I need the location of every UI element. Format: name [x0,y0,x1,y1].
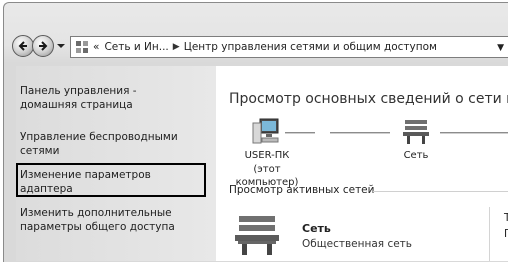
connection-line [440,132,508,134]
network-type-link[interactable]: Общественная сеть [302,238,412,250]
truncated-text: Т [504,212,508,224]
active-networks-title: Просмотр активных сетей [229,184,375,196]
connection-line [330,132,390,134]
highlight-box [16,163,206,197]
address-bar[interactable]: « Сеть и Ин... ▶ Центр управления сетями… [70,36,508,58]
history-dropdown-icon[interactable] [56,41,66,51]
bench-icon[interactable] [401,118,431,146]
task-line: Управление беспроводными [20,131,178,143]
section-divider [373,191,508,192]
truncated-text: Г [504,228,508,240]
task-line: Изменить дополнительные [20,207,172,219]
network-name: Сеть [302,222,331,235]
breadcrumb-network-internet[interactable]: Сеть и Ин... [104,41,168,53]
breadcrumb-network-center[interactable]: Центр управления сетями и общим доступом [184,41,437,53]
chevron-right-icon[interactable]: ▶ [173,42,180,52]
computer-node-label: USER-ПК [238,149,296,162]
forward-button[interactable] [32,35,54,57]
network-bench-icon[interactable] [232,212,282,258]
task-line: сетями [20,145,60,157]
task-advanced-sharing[interactable]: Изменить дополнительные параметры общего… [20,206,175,234]
breadcrumb-overflow[interactable]: « [93,41,99,53]
task-line: домашняя страница [20,99,133,111]
arrow-left-icon [18,41,27,51]
task-line: параметры общего доступа [20,221,175,233]
column-divider [489,207,490,261]
task-control-panel-home[interactable]: Панель управления - домашняя страница [20,84,137,112]
page-title: Просмотр основных сведений о сети и н [229,91,508,107]
arrow-right-icon [39,41,48,51]
back-button[interactable] [12,35,34,57]
task-line: Панель управления - [20,85,137,97]
address-dropdown-icon[interactable]: ▼ [497,43,504,53]
computer-icon[interactable] [250,117,282,147]
task-manage-wireless[interactable]: Управление беспроводными сетями [20,130,178,158]
computer-name: USER-ПК [244,150,290,161]
navigation-bar: « Сеть и Ин... ▶ Центр управления сетями… [12,32,508,64]
connection-line [285,132,315,134]
control-panel-icon [76,41,88,53]
network-node-label: Сеть [403,150,429,161]
